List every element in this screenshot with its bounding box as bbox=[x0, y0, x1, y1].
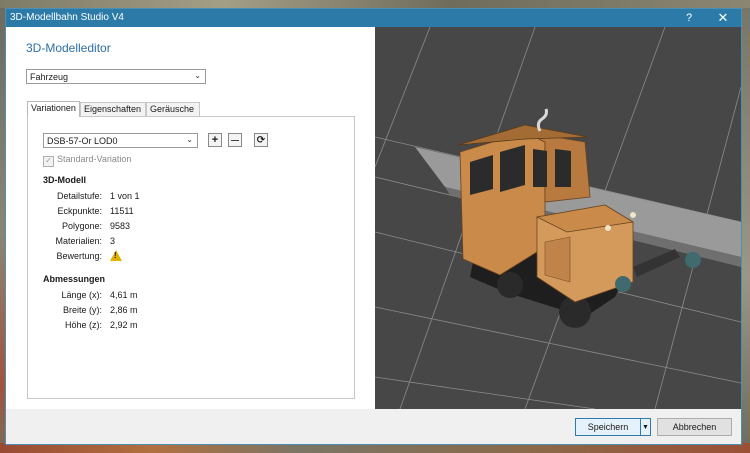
prop-value: 9583 bbox=[110, 221, 131, 231]
desktop-background-top bbox=[0, 0, 750, 8]
save-options-chevron-down-icon[interactable]: ▼ bbox=[640, 418, 651, 436]
standard-variation-checkbox[interactable]: ✓ bbox=[43, 156, 54, 167]
warning-icon: ! bbox=[110, 250, 122, 261]
variant-select-value: DSB-57-Or LOD0 bbox=[47, 136, 118, 146]
prop-label: Detailstufe: bbox=[56, 191, 102, 201]
prop-value: 1 von 1 bbox=[110, 191, 140, 201]
tab-variationen[interactable]: Variationen bbox=[27, 101, 80, 117]
chevron-down-icon: ⌄ bbox=[186, 135, 193, 144]
dimensions-section-title: Abmessungen bbox=[43, 274, 106, 284]
prop-value: 2,92 m bbox=[110, 320, 138, 330]
prop-label: Breite (y): bbox=[62, 305, 102, 315]
prop-value: 4,61 m bbox=[110, 290, 138, 300]
window-title: 3D-Modellbahn Studio V4 bbox=[10, 12, 124, 23]
help-button[interactable]: ? bbox=[674, 9, 704, 27]
prop-value: 3 bbox=[110, 236, 116, 246]
editor-title: 3D-Modelleditor bbox=[26, 41, 111, 55]
model-section-title: 3D-Modell bbox=[43, 175, 87, 185]
prop-value: 2,86 m bbox=[110, 305, 138, 315]
category-select[interactable]: Fahrzeug ⌄ bbox=[26, 69, 206, 84]
prop-label: Materialien: bbox=[55, 236, 102, 246]
prop-label: Länge (x): bbox=[61, 290, 102, 300]
refresh-icon[interactable]: ⟳ bbox=[254, 133, 268, 147]
close-button[interactable]: ✕ bbox=[708, 9, 738, 27]
editor-panel: 3D-Modelleditor Fahrzeug ⌄ Variationen E… bbox=[6, 27, 375, 409]
category-select-value: Fahrzeug bbox=[30, 72, 69, 82]
standard-variation-row: ✓ Standard-Variation bbox=[43, 154, 131, 167]
cancel-button[interactable]: Abbrechen bbox=[657, 418, 732, 436]
chevron-down-icon: ⌄ bbox=[194, 71, 201, 80]
desktop-background-right bbox=[742, 8, 750, 453]
model-editor-dialog: 3D-Modellbahn Studio V4 ? ✕ 3D-Modelledi… bbox=[5, 8, 742, 445]
prop-label: Eckpunkte: bbox=[57, 206, 102, 216]
standard-variation-label: Standard-Variation bbox=[57, 154, 132, 164]
prop-label: Höhe (z): bbox=[64, 320, 102, 330]
add-variant-button[interactable]: + bbox=[208, 133, 222, 147]
3d-scene bbox=[375, 27, 741, 409]
prop-label: Polygone: bbox=[61, 221, 102, 231]
variant-select[interactable]: DSB-57-Or LOD0 ⌄ bbox=[43, 133, 198, 148]
tab-geraeusche[interactable]: Geräusche bbox=[146, 102, 200, 116]
rating-value: ! bbox=[110, 250, 122, 261]
save-button[interactable]: Speichern bbox=[575, 418, 641, 436]
tab-eigenschaften[interactable]: Eigenschaften bbox=[80, 102, 146, 116]
variationen-panel: DSB-57-Or LOD0 ⌄ + — ⟳ ✓ Standard-Variati… bbox=[27, 116, 355, 399]
prop-label: Bewertung: bbox=[56, 251, 102, 261]
remove-variant-button[interactable]: — bbox=[228, 133, 242, 147]
title-bar[interactable]: 3D-Modellbahn Studio V4 ? ✕ bbox=[6, 9, 741, 27]
dialog-footer: Speichern ▼ Abbrechen bbox=[6, 409, 741, 444]
prop-value: 11511 bbox=[110, 206, 134, 216]
3d-viewport[interactable] bbox=[375, 27, 741, 409]
